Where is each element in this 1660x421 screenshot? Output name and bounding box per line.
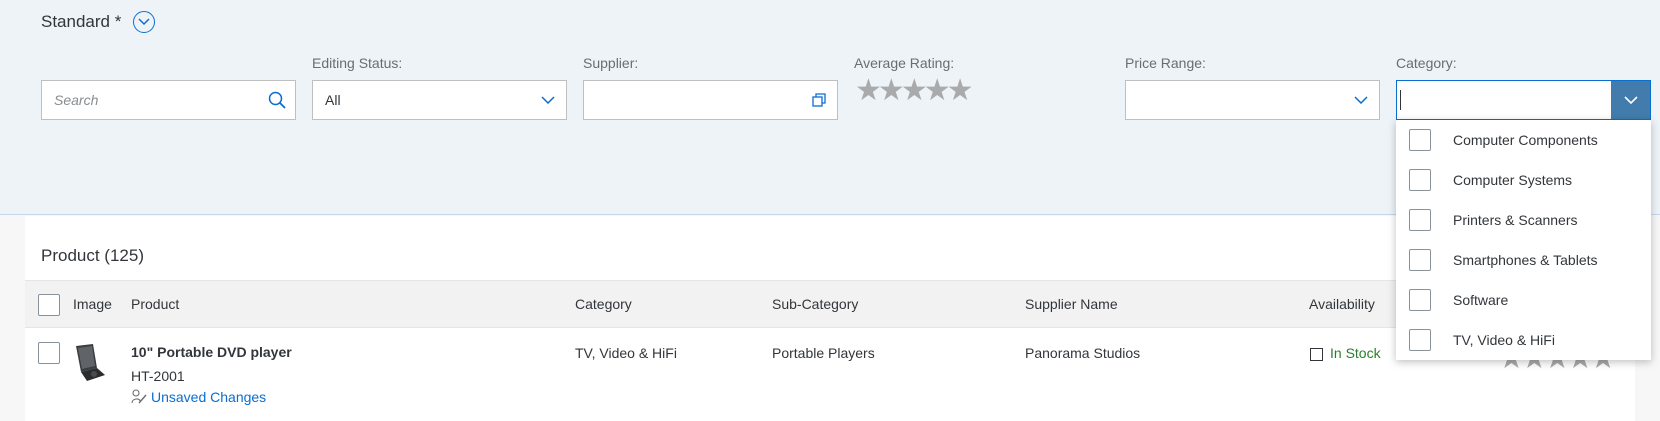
star-icon[interactable]: ★: [947, 76, 974, 106]
availability-icon: [1310, 348, 1323, 361]
editing-status-label: Editing Status:: [312, 55, 403, 71]
dropdown-option[interactable]: TV, Video & HiFi: [1396, 320, 1651, 360]
search-input[interactable]: Search: [42, 92, 259, 108]
chevron-down-icon: [1623, 96, 1638, 104]
product-table-panel: Product (125) Image Product Category Sub…: [25, 216, 1635, 421]
option-checkbox[interactable]: [1409, 329, 1431, 351]
table-row[interactable]: 10" Portable DVD player HT-2001 Unsaved …: [25, 328, 1635, 421]
option-checkbox[interactable]: [1409, 209, 1431, 231]
category-input[interactable]: [1397, 81, 1611, 119]
dropdown-option[interactable]: Software: [1396, 280, 1651, 320]
dropdown-option[interactable]: Printers & Scanners: [1396, 200, 1651, 240]
option-label[interactable]: TV, Video & HiFi: [1453, 332, 1555, 348]
category-dropdown-list: Computer Components Computer Systems Pri…: [1396, 120, 1651, 360]
supplier-input[interactable]: [583, 80, 838, 120]
search-field[interactable]: Search: [41, 80, 296, 120]
select-all-checkbox[interactable]: [38, 294, 60, 316]
average-rating-label: Average Rating:: [854, 55, 955, 71]
option-label[interactable]: Computer Systems: [1453, 172, 1572, 188]
dropdown-option[interactable]: Computer Components: [1396, 120, 1651, 160]
chevron-down-icon: [138, 18, 150, 26]
value-help-icon[interactable]: [801, 81, 837, 119]
column-header-image[interactable]: Image: [73, 296, 112, 312]
product-name[interactable]: 10" Portable DVD player: [131, 344, 292, 360]
column-header-category[interactable]: Category: [575, 296, 632, 312]
category-cell: TV, Video & HiFi: [575, 345, 677, 361]
variant-title: Standard *: [41, 12, 122, 31]
sub-category-cell: Portable Players: [772, 345, 875, 361]
option-label[interactable]: Printers & Scanners: [1453, 212, 1578, 228]
text-cursor: [1400, 90, 1401, 110]
price-range-label: Price Range:: [1125, 55, 1206, 71]
product-id: HT-2001: [131, 368, 185, 384]
column-header-supplier-name[interactable]: Supplier Name: [1025, 296, 1118, 312]
product-image: [73, 342, 107, 387]
option-checkbox[interactable]: [1409, 169, 1431, 191]
editing-status-select[interactable]: All: [312, 80, 567, 120]
average-rating-stars[interactable]: ★ ★ ★ ★ ★: [855, 76, 974, 106]
dropdown-option[interactable]: Computer Systems: [1396, 160, 1651, 200]
option-checkbox[interactable]: [1409, 289, 1431, 311]
availability-status: In Stock: [1330, 345, 1381, 361]
option-label[interactable]: Smartphones & Tablets: [1453, 252, 1598, 268]
option-checkbox[interactable]: [1409, 249, 1431, 271]
variant-dropdown-button[interactable]: [133, 11, 156, 33]
chevron-down-icon[interactable]: [1343, 81, 1379, 119]
table-title: Product (125): [41, 246, 144, 265]
draft-status[interactable]: Unsaved Changes: [131, 389, 266, 405]
category-dropdown-button[interactable]: [1611, 81, 1650, 119]
column-header-availability[interactable]: Availability: [1309, 296, 1375, 312]
edit-draft-icon: [131, 389, 147, 404]
editing-status-value: All: [325, 92, 341, 108]
column-header-sub-category[interactable]: Sub-Category: [772, 296, 858, 312]
unsaved-changes-link[interactable]: Unsaved Changes: [151, 389, 266, 405]
column-header-product[interactable]: Product: [131, 296, 179, 312]
row-select-checkbox[interactable]: [38, 342, 60, 364]
option-label[interactable]: Computer Components: [1453, 132, 1598, 148]
chevron-down-icon[interactable]: [530, 81, 566, 119]
dropdown-option[interactable]: Smartphones & Tablets: [1396, 240, 1651, 280]
supplier-name-cell: Panorama Studios: [1025, 345, 1141, 361]
option-checkbox[interactable]: [1409, 129, 1431, 151]
table-header: Image Product Category Sub-Category Supp…: [25, 280, 1635, 328]
search-icon[interactable]: [259, 81, 295, 119]
supplier-label: Supplier:: [583, 55, 639, 71]
category-label: Category:: [1396, 55, 1457, 71]
variant-management: Standard *: [41, 11, 156, 33]
price-range-select[interactable]: [1125, 80, 1380, 120]
category-multicombobox[interactable]: [1396, 80, 1651, 120]
option-label[interactable]: Software: [1453, 292, 1508, 308]
